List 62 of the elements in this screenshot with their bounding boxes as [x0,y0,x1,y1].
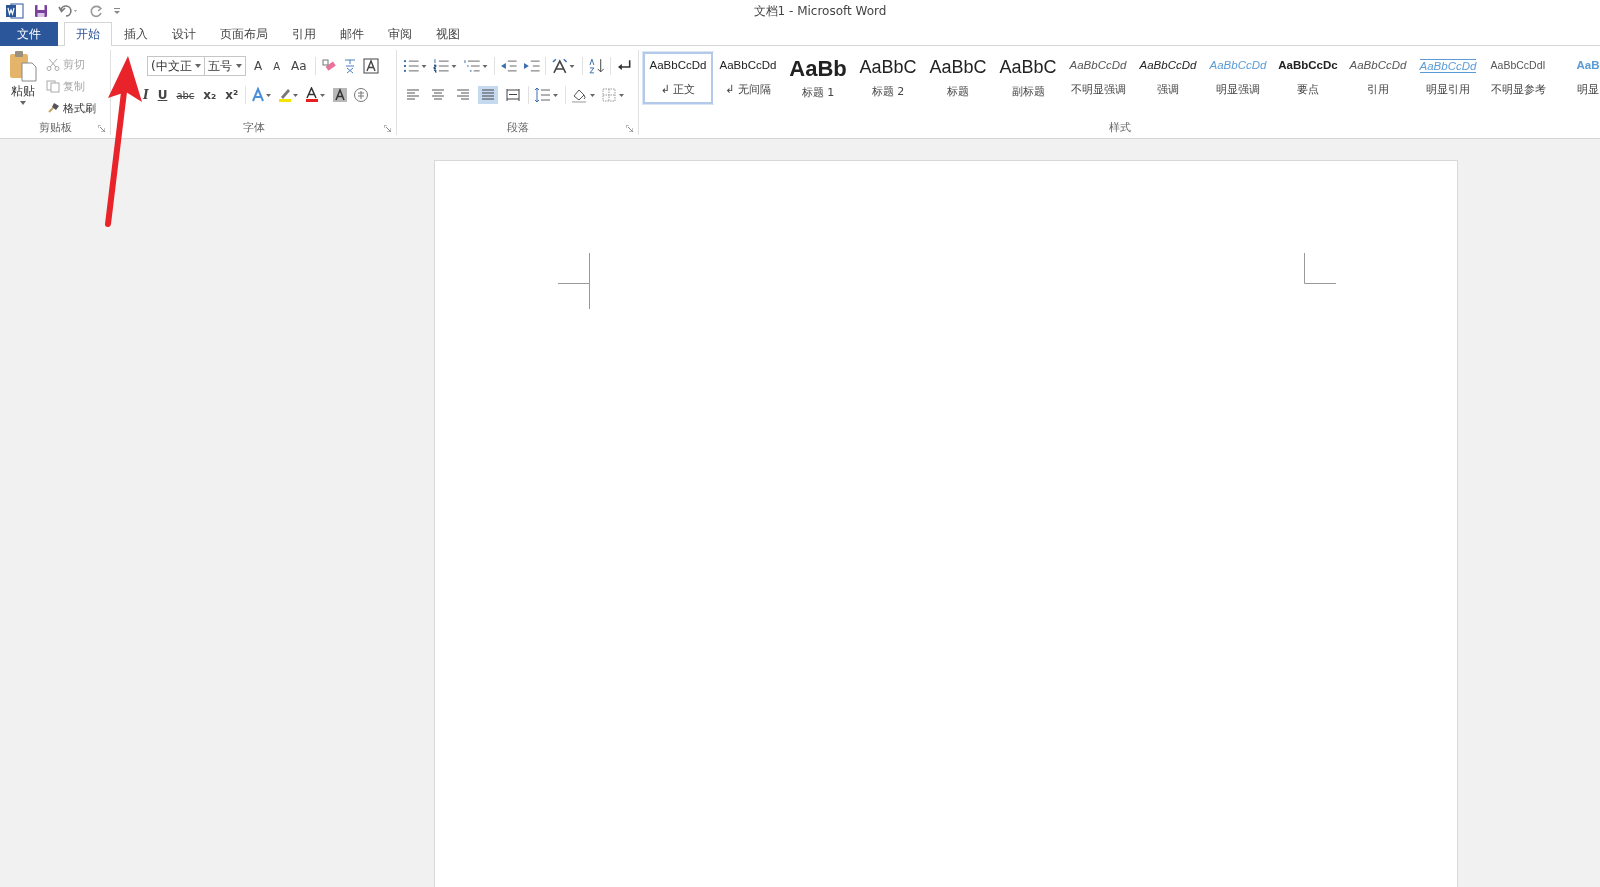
font-name-field[interactable]: (中文正 [147,56,205,76]
paintbrush-icon [46,101,60,115]
grow-font-button[interactable]: A [251,59,266,73]
dialog-launcher-icon[interactable] [98,125,105,132]
strikethrough-button[interactable]: abc [174,89,197,101]
dropdown-arrow-icon [20,101,26,105]
style-item[interactable]: AaBbCcDd ↲ 正文 [643,52,713,104]
copy-icon [46,79,60,93]
decrease-indent-icon[interactable] [500,58,518,74]
italic-button[interactable]: I [141,88,151,102]
distributed-button[interactable] [503,86,523,104]
group-label: 段落 [506,119,529,135]
ribbon-tab[interactable]: 页面布局 [208,22,280,46]
sort-icon[interactable] [587,58,606,74]
group-label: 样式 [1108,119,1131,135]
shrink-font-button[interactable]: A [270,60,284,72]
customize-icon[interactable] [114,7,120,15]
numbered-list-icon[interactable] [433,58,459,74]
font-size-field[interactable]: 五号 [204,56,246,76]
scissors-icon [46,57,60,71]
font-color-icon[interactable] [305,87,328,103]
redo-icon[interactable] [90,4,104,18]
group-label: 字体 [242,119,265,135]
dialog-launcher-icon[interactable] [384,125,391,132]
group-label: 剪贴板 [38,119,72,135]
highlighter-icon[interactable] [278,87,301,103]
window-title: 文档1 - Microsoft Word [753,2,887,20]
word-logo-icon [6,3,24,19]
change-case-button[interactable]: Aa [288,59,310,73]
character-border-icon[interactable] [362,58,379,74]
clipboard-icon [8,50,38,82]
justify-button[interactable] [478,86,498,104]
ribbon-tab[interactable]: 视图 [424,22,472,46]
format-painter-button[interactable]: 格式刷 [44,98,98,118]
ribbon-tab[interactable]: 插入 [112,22,160,46]
dropdown-arrow-icon [236,64,242,68]
undo-icon[interactable] [58,4,80,18]
file-tab[interactable]: 文件 [0,22,58,46]
save-icon[interactable] [34,4,48,18]
ribbon-tab[interactable]: 引用 [280,22,328,46]
underline-button[interactable]: U [155,88,170,102]
subscript-button[interactable]: x₂ [201,88,219,102]
increase-indent-icon[interactable] [522,58,541,74]
superscript-button[interactable]: x² [223,88,241,102]
margin-corner-mark [1304,253,1336,285]
bullet-list-icon[interactable] [403,58,429,74]
text-effects-icon[interactable] [251,87,274,103]
character-shading-icon[interactable] [332,87,349,103]
paste-button[interactable]: 粘贴 [6,50,40,119]
dialog-launcher-icon[interactable] [626,125,633,132]
ribbon-tab[interactable]: 设计 [160,22,208,46]
multilevel-list-icon[interactable] [463,58,490,74]
dropdown-arrow-icon [195,64,201,68]
eraser-icon[interactable] [320,58,337,74]
ribbon-tab[interactable]: 邮件 [328,22,376,46]
text-direction-icon[interactable] [551,58,577,74]
margin-corner-mark [558,253,590,309]
line-spacing-icon[interactable] [534,87,560,103]
ribbon-tab[interactable]: 开始 [64,22,112,46]
shading-icon[interactable] [571,87,597,103]
ribbon-tab[interactable]: 审阅 [376,22,424,46]
enclosed-character-icon[interactable] [353,87,370,103]
